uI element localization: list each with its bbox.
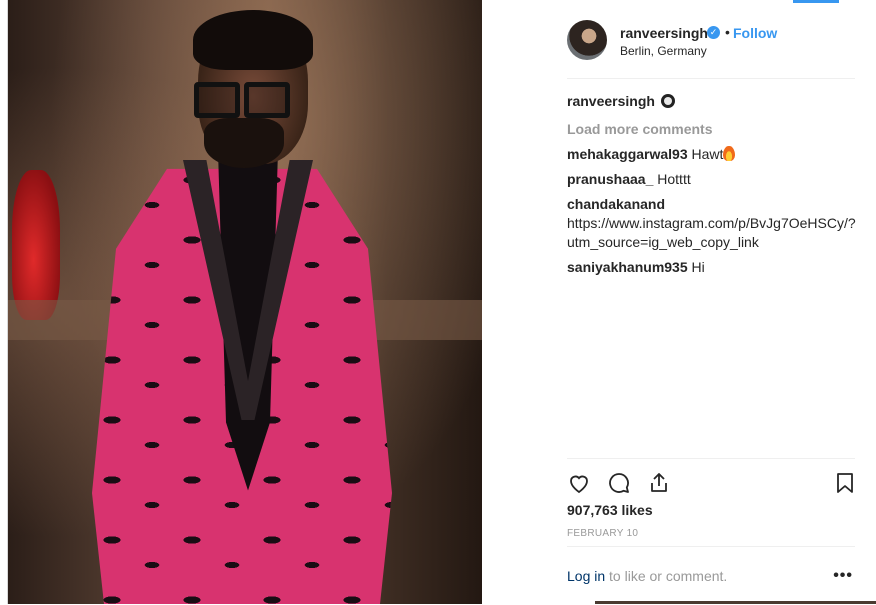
emoji-icon [660,94,675,108]
comment-username[interactable]: pranushaaa_ [567,171,653,187]
comment-text: Hi [691,259,705,275]
photo-glasses [194,82,290,118]
comment-text: Hotttt [657,171,691,187]
heart-icon[interactable] [567,471,591,495]
owner-caption: ranveersingh [567,92,857,111]
more-options-button[interactable]: ••• [833,567,853,585]
post-location[interactable]: Berlin, Germany [620,44,707,58]
page-edge [0,0,8,604]
comment-username[interactable]: chandakanand [567,196,665,212]
login-link[interactable]: Log in [567,568,605,584]
separator-dot: • [725,24,730,40]
comment-item: mehakaggarwal93 Hawt [567,145,857,164]
likes-count[interactable]: 907,763 likes [567,502,653,518]
post-date[interactable]: FEBRUARY 10 [567,528,638,539]
photo-beard [204,118,284,168]
comment-username[interactable]: saniyakhanum935 [567,259,688,275]
follow-button[interactable]: Follow [733,25,777,41]
login-text: to like or comment. [605,568,728,584]
caption-username[interactable]: ranveersingh [567,93,655,109]
comment-item: saniyakhanum935 Hi [567,258,857,277]
comment-item: pranushaaa_ Hotttt [567,170,857,189]
comment-link[interactable]: https://www.instagram.com/p/BvJg7OeHSCy/… [567,215,856,250]
comments-section: ranveersingh Load more comments mehakagg… [567,92,857,283]
photo-hair [193,10,313,70]
load-more-comments-button[interactable]: Load more comments [567,121,857,137]
photo-red-vase [12,170,60,320]
bookmark-icon[interactable] [833,471,857,495]
post-username[interactable]: ranveersingh [620,25,708,41]
fire-emoji-icon [723,146,736,161]
comment-item: chandakanand https://www.instagram.com/p… [567,195,857,252]
post-photo[interactable] [8,0,482,604]
login-prompt: Log in to like or comment. [567,568,727,584]
top-accent-bar [793,0,839,3]
comment-username[interactable]: mehakaggarwal93 [567,146,688,162]
verified-badge-icon: ✓ [707,26,720,39]
post-header: ranveersingh ✓ • Follow Berlin, Germany [567,16,855,79]
comment-icon[interactable] [607,471,631,495]
post-footer: Log in to like or comment. ••• [567,546,855,605]
action-bar [567,458,855,499]
avatar[interactable] [567,20,607,60]
share-icon[interactable] [647,471,671,495]
comment-text: Hawt [691,146,724,162]
